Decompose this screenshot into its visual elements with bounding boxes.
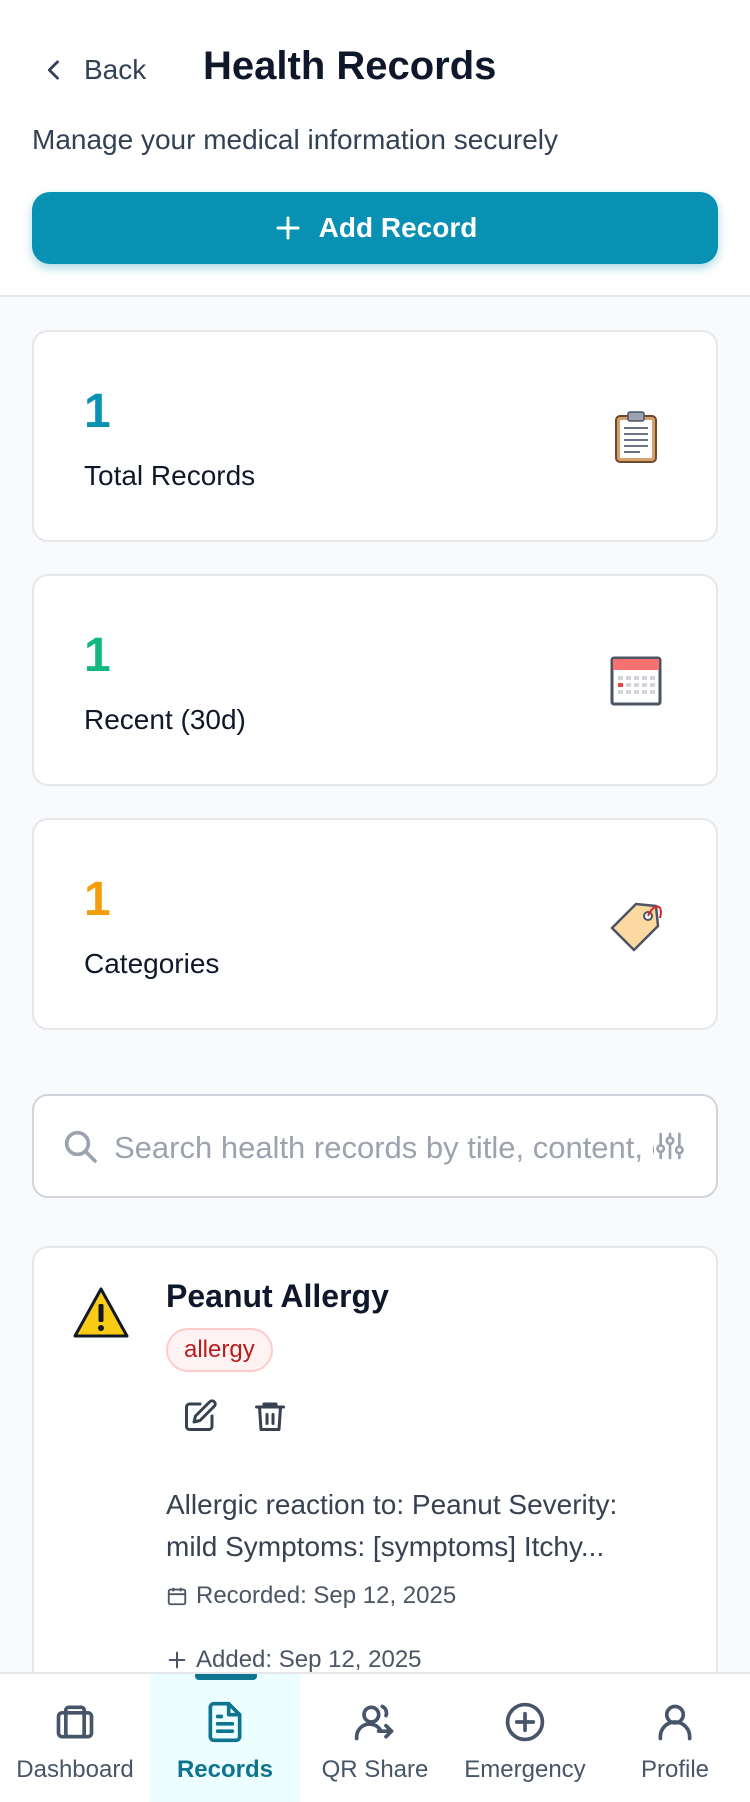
stat-value: 1: [84, 629, 111, 682]
add-record-label: Add Record: [318, 212, 478, 243]
filter-sliders-icon[interactable]: [654, 1130, 686, 1162]
search-box: [32, 1094, 718, 1198]
add-record-button[interactable]: Add Record: [32, 192, 718, 264]
nav-item-emergency[interactable]: Emergency: [450, 1674, 600, 1802]
back-label: Back: [84, 54, 147, 85]
nav-label: Profile: [640, 1756, 710, 1783]
stat-card-categories: 1 Categories: [32, 818, 718, 1030]
plus-small-icon: [168, 1651, 186, 1669]
recorded-date-text: Recorded: Sep 12, 2025: [196, 1582, 457, 1609]
calendar-small-icon: [167, 1587, 187, 1606]
stat-value: 1: [84, 873, 111, 926]
nav-item-qr-share[interactable]: QR Share: [300, 1674, 450, 1802]
chevron-left-icon: [47, 60, 59, 80]
stat-card-recent: 1 Recent (30d): [32, 574, 718, 786]
page-subtitle: Manage your medical information securely: [32, 124, 559, 155]
share-people-icon: [354, 1704, 394, 1741]
nav-label: Emergency: [464, 1756, 586, 1783]
active-indicator: [195, 1674, 257, 1680]
record-title: Peanut Allergy: [166, 1278, 389, 1314]
user-icon: [658, 1704, 692, 1741]
plus-circle-icon: [505, 1702, 545, 1742]
calendar-icon: [610, 656, 662, 706]
record-description: Allergic reaction to: Peanut Severity: m…: [166, 1489, 618, 1562]
document-icon: [208, 1701, 242, 1743]
nav-item-profile[interactable]: Profile: [600, 1674, 750, 1802]
stat-card-total-records: 1 Total Records: [32, 330, 718, 542]
back-button[interactable]: Back: [40, 48, 146, 92]
nav-label: Dashboard: [16, 1756, 134, 1783]
page-title: Health Records: [203, 44, 497, 88]
stat-label: Categories: [84, 948, 220, 979]
dashboard-icon: [56, 1705, 94, 1739]
page-header: Back Health Records Manage your medical …: [0, 0, 750, 297]
edit-icon[interactable]: [182, 1398, 218, 1434]
stat-value: 1: [84, 385, 111, 438]
tag-icon: [610, 902, 662, 952]
stat-label: Total Records: [84, 460, 256, 491]
nav-item-dashboard[interactable]: Dashboard: [0, 1674, 150, 1802]
clipboard-icon: [615, 411, 657, 463]
nav-label: Records: [176, 1756, 274, 1783]
nav-label: QR Share: [321, 1756, 429, 1783]
nav-item-records[interactable]: Records: [150, 1674, 300, 1802]
added-date-text: Added: Sep 12, 2025: [196, 1646, 422, 1673]
warning-icon: [73, 1287, 129, 1338]
trash-icon[interactable]: [252, 1398, 288, 1434]
search-input[interactable]: [114, 1120, 654, 1176]
stat-label: Recent (30d): [84, 704, 246, 735]
category-badge: allergy: [166, 1328, 273, 1372]
plus-icon: [276, 216, 300, 240]
record-card[interactable]: Peanut Allergy allergy Allergic reaction…: [32, 1246, 718, 1706]
bottom-nav: Dashboard Records QR Share Emergency Pro…: [0, 1672, 750, 1802]
search-icon: [64, 1130, 97, 1163]
recorded-date: Recorded: Sep 12, 2025: [166, 1578, 456, 1614]
